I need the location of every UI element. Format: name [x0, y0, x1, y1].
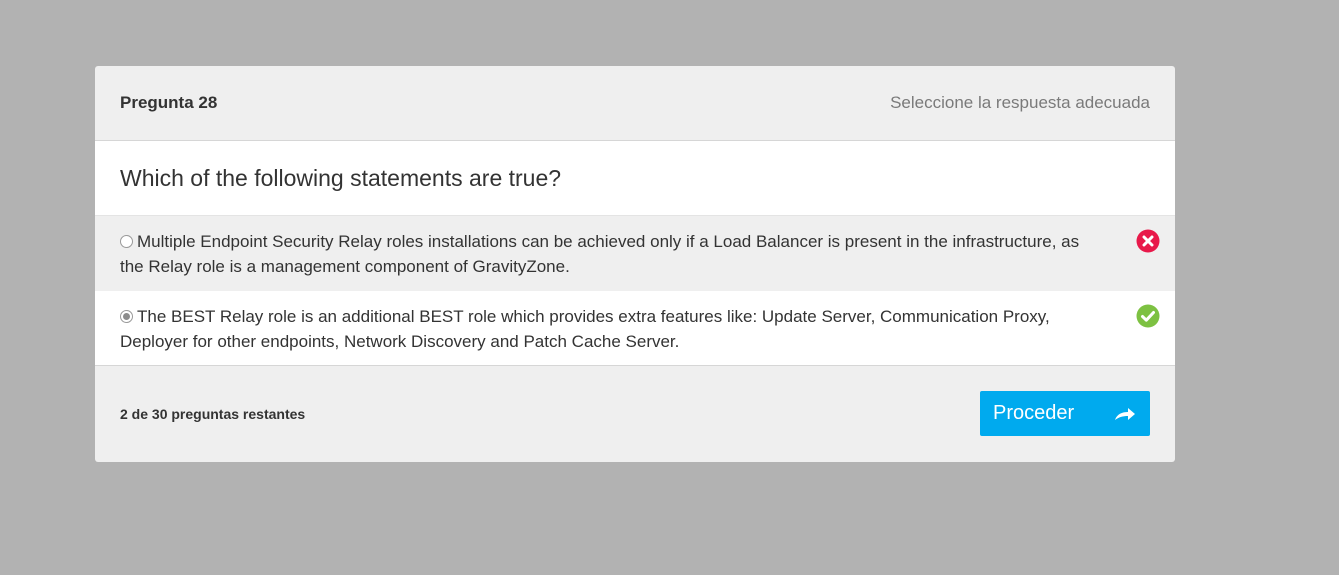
instruction-text: Seleccione la respuesta adecuada	[890, 93, 1150, 112]
radio-button[interactable]	[120, 235, 133, 248]
check-circle-icon	[1136, 304, 1160, 328]
card-footer: 2 de 30 preguntas restantes Proceder	[95, 366, 1175, 461]
remaining-questions: 2 de 30 preguntas restantes	[120, 405, 306, 422]
radio-button-selected[interactable]	[120, 310, 133, 323]
proceed-button-label: Proceder	[993, 402, 1075, 424]
x-circle-icon	[1136, 229, 1160, 253]
answer-option-1[interactable]: Multiple Endpoint Security Relay roles i…	[95, 216, 1175, 291]
question-text: Which of the following statements are tr…	[95, 141, 1175, 216]
question-number: Pregunta 28	[120, 93, 218, 112]
answer-option-label: The BEST Relay role is an additional BES…	[120, 307, 1050, 351]
question-card: Pregunta 28 Seleccione la respuesta adec…	[95, 66, 1175, 462]
proceed-button[interactable]: Proceder	[980, 391, 1150, 436]
answer-option-2[interactable]: The BEST Relay role is an additional BES…	[95, 291, 1175, 366]
share-arrow-icon	[1115, 407, 1135, 420]
answer-option-label: Multiple Endpoint Security Relay roles i…	[120, 232, 1080, 276]
card-header: Pregunta 28 Seleccione la respuesta adec…	[95, 66, 1175, 141]
